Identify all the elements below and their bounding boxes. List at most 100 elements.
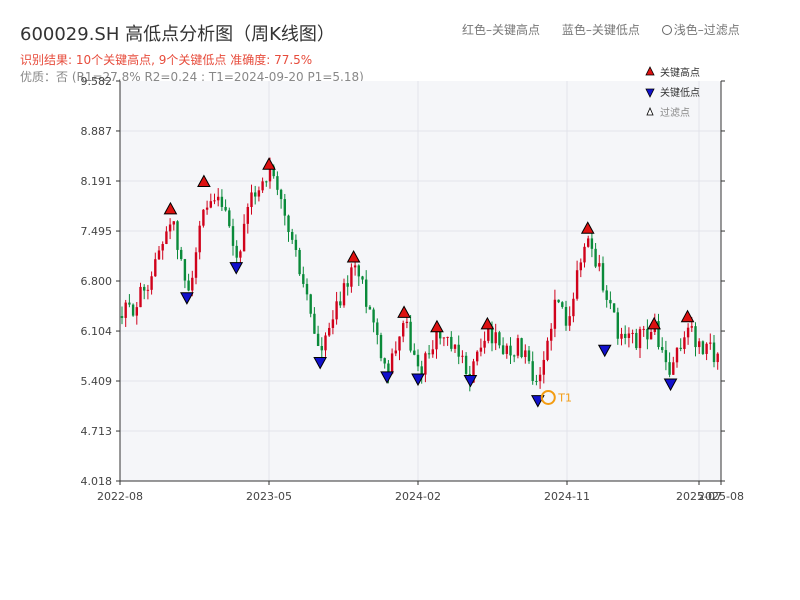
candle-down xyxy=(287,215,290,233)
x-tick-label: 2024-11 xyxy=(544,490,590,503)
candle-up xyxy=(331,319,335,328)
candle-up xyxy=(402,323,405,337)
candle-up xyxy=(550,328,553,341)
candle-up xyxy=(124,302,127,318)
candle-up xyxy=(479,347,483,352)
candle-up xyxy=(394,350,397,354)
candle-up xyxy=(690,326,693,328)
candle-up xyxy=(461,355,464,357)
candle-up xyxy=(217,196,220,201)
candle-up xyxy=(405,321,409,324)
candle-down xyxy=(143,286,146,291)
candle-up xyxy=(350,267,353,287)
candle-up xyxy=(202,209,205,226)
candle-down xyxy=(309,294,312,314)
legend-label: 过滤点 xyxy=(660,106,690,119)
candle-down xyxy=(557,299,560,303)
candle-down xyxy=(379,334,383,359)
candle-down xyxy=(224,206,227,211)
candle-up xyxy=(638,329,642,349)
candle-down xyxy=(564,306,568,326)
candle-down xyxy=(605,290,608,300)
candle-up xyxy=(631,332,634,334)
y-tick-label: 4.018 xyxy=(81,475,113,488)
candle-down xyxy=(457,344,460,357)
candle-up xyxy=(583,246,586,263)
candle-up xyxy=(435,329,438,350)
candle-down xyxy=(220,196,224,207)
candle-down xyxy=(701,341,705,354)
candle-up xyxy=(627,333,631,339)
candle-up xyxy=(390,353,394,374)
candle-down xyxy=(305,283,309,295)
candle-down xyxy=(231,226,235,246)
candle-down xyxy=(594,248,597,267)
candle-up xyxy=(709,342,712,344)
candle-up xyxy=(476,351,479,362)
candle-down xyxy=(561,302,564,307)
candle-down xyxy=(365,279,368,307)
candle-up xyxy=(191,277,194,291)
y-tick-label: 6.104 xyxy=(81,325,113,338)
t1-label: T1 xyxy=(557,391,572,404)
candle-up xyxy=(568,316,571,326)
candle-up xyxy=(675,347,679,363)
candle-down xyxy=(346,283,349,287)
candle-down xyxy=(361,276,364,280)
candle-up xyxy=(213,200,216,202)
candle-down xyxy=(235,245,238,258)
candle-down xyxy=(228,210,231,227)
y-tick-label: 8.191 xyxy=(81,175,113,188)
candle-up xyxy=(620,333,623,339)
candle-down xyxy=(624,333,627,339)
candle-down xyxy=(612,303,616,313)
candle-down xyxy=(320,345,323,351)
candle-up xyxy=(172,221,175,225)
y-tick-label: 9.582 xyxy=(81,75,113,88)
candle-down xyxy=(413,350,416,355)
candle-up xyxy=(579,262,582,271)
candle-down xyxy=(128,302,131,305)
candle-down xyxy=(279,189,283,200)
candle-up xyxy=(135,307,138,316)
candle-up xyxy=(146,289,150,291)
candle-down xyxy=(294,239,298,250)
candle-down xyxy=(601,263,605,291)
candle-down xyxy=(427,353,431,355)
legend-label: 关键高点 xyxy=(660,66,700,79)
candle-up xyxy=(446,336,449,338)
candle-down xyxy=(291,232,294,240)
candle-up xyxy=(716,353,719,363)
y-tick-label: 6.800 xyxy=(81,275,113,288)
y-tick-label: 5.409 xyxy=(81,375,113,388)
candle-down xyxy=(383,358,386,364)
legend-label: 关键低点 xyxy=(660,86,700,99)
candle-down xyxy=(668,362,671,375)
candle-up xyxy=(538,374,542,382)
candle-up xyxy=(587,238,590,247)
candle-up xyxy=(168,224,172,232)
candle-up xyxy=(353,265,357,268)
candle-up xyxy=(483,340,486,348)
candle-down xyxy=(409,321,412,351)
candle-up xyxy=(328,327,331,336)
candle-up xyxy=(246,207,249,224)
candle-down xyxy=(420,366,423,375)
candle-up xyxy=(705,343,708,354)
candle-down xyxy=(276,176,279,190)
candle-down xyxy=(298,249,301,275)
candle-up xyxy=(257,190,261,197)
candle-down xyxy=(498,332,501,346)
candle-down xyxy=(535,380,538,382)
candle-down xyxy=(464,355,468,374)
candle-up xyxy=(494,332,497,344)
candle-up xyxy=(546,340,549,360)
candle-down xyxy=(339,301,342,306)
candle-down xyxy=(527,350,531,362)
candle-down xyxy=(120,316,124,318)
y-tick-label: 8.887 xyxy=(81,125,113,138)
candle-down xyxy=(313,313,316,334)
candle-down xyxy=(131,304,135,316)
candle-up xyxy=(424,353,427,375)
candle-down xyxy=(283,199,286,216)
